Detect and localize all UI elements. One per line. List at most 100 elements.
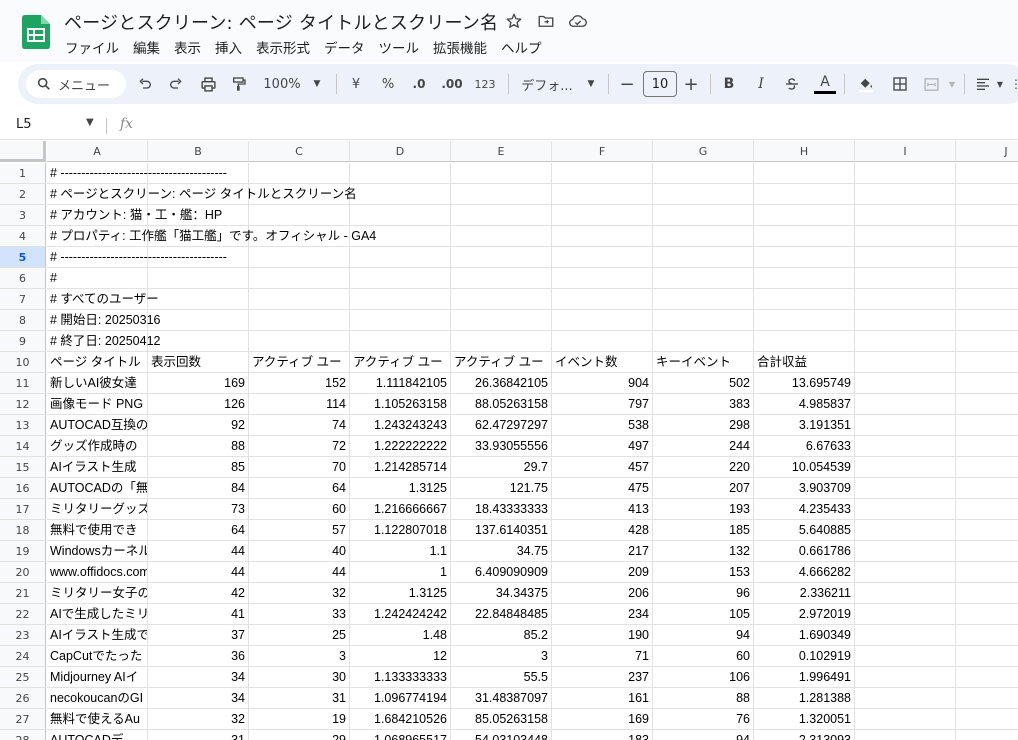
cell-h1[interactable]: [754, 163, 855, 184]
cell-f16[interactable]: 475: [552, 478, 653, 499]
cell-h13[interactable]: 3.191351: [754, 415, 855, 436]
cell-a4[interactable]: # プロパティ: 工作艦「猫工艦」です。オフィシャル - GA4: [47, 226, 376, 247]
cell-e22[interactable]: 22.84848485: [451, 604, 552, 625]
cell-j3[interactable]: [956, 205, 1018, 226]
cell-g23[interactable]: 94: [653, 625, 754, 646]
cell-e14[interactable]: 33.93055556: [451, 436, 552, 457]
cell-g19[interactable]: 132: [653, 541, 754, 562]
cell-e16[interactable]: 121.75: [451, 478, 552, 499]
cell-j25[interactable]: [956, 667, 1018, 688]
column-header-i[interactable]: I: [855, 141, 956, 162]
cell-g7[interactable]: [653, 289, 754, 310]
cell-b20[interactable]: 44: [148, 562, 249, 583]
row-header[interactable]: 11: [0, 373, 46, 394]
cell-b17[interactable]: 73: [148, 499, 249, 520]
cell-i10[interactable]: [855, 352, 956, 373]
cell-e2[interactable]: [451, 184, 552, 205]
cell-i6[interactable]: [855, 268, 956, 289]
cell-g13[interactable]: 298: [653, 415, 754, 436]
cell-d18[interactable]: 1.122807018: [350, 520, 451, 541]
column-header-c[interactable]: C: [249, 141, 350, 162]
cell-j19[interactable]: [956, 541, 1018, 562]
decrease-decimal-button[interactable]: .0: [406, 64, 432, 104]
cell-b21[interactable]: 42: [148, 583, 249, 604]
cell-h6[interactable]: [754, 268, 855, 289]
cell-g2[interactable]: [653, 184, 754, 205]
font-dropdown-icon[interactable]: ▼: [584, 64, 598, 104]
cell-e12[interactable]: 88.05263158: [451, 394, 552, 415]
row-header[interactable]: 4: [0, 226, 46, 247]
cell-i28[interactable]: [855, 730, 956, 740]
cell-c27[interactable]: 19: [249, 709, 350, 730]
cell-h14[interactable]: 6.67633: [754, 436, 855, 457]
cell-a25[interactable]: Midjourney AIイ: [47, 667, 148, 688]
cell-f23[interactable]: 190: [552, 625, 653, 646]
row-header[interactable]: 20: [0, 562, 46, 583]
cell-f8[interactable]: [552, 310, 653, 331]
cell-f14[interactable]: 497: [552, 436, 653, 457]
cell-j8[interactable]: [956, 310, 1018, 331]
cell-f11[interactable]: 904: [552, 373, 653, 394]
cell-i24[interactable]: [855, 646, 956, 667]
number-format-button[interactable]: 123: [473, 64, 497, 104]
cell-b22[interactable]: 41: [148, 604, 249, 625]
cell-j18[interactable]: [956, 520, 1018, 541]
cell-a22[interactable]: AIで生成したミリ: [47, 604, 148, 625]
cell-d13[interactable]: 1.243243243: [350, 415, 451, 436]
row-header[interactable]: 3: [0, 205, 46, 226]
cell-j17[interactable]: [956, 499, 1018, 520]
cell-g8[interactable]: [653, 310, 754, 331]
bold-button[interactable]: B: [718, 64, 740, 104]
cell-j10[interactable]: [956, 352, 1018, 373]
cell-f3[interactable]: [552, 205, 653, 226]
cell-c26[interactable]: 31: [249, 688, 350, 709]
cell-b7[interactable]: [148, 289, 249, 310]
cell-d3[interactable]: [350, 205, 451, 226]
undo-icon[interactable]: [134, 64, 156, 104]
cell-h20[interactable]: 4.666282: [754, 562, 855, 583]
cell-e10[interactable]: アクティブ ユー: [451, 352, 552, 373]
cell-f21[interactable]: 206: [552, 583, 653, 604]
cell-a19[interactable]: Windowsカーネル: [47, 541, 148, 562]
cell-e20[interactable]: 6.409090909: [451, 562, 552, 583]
row-header[interactable]: 6: [0, 268, 46, 289]
cell-g20[interactable]: 153: [653, 562, 754, 583]
cell-h11[interactable]: 13.695749: [754, 373, 855, 394]
cell-c12[interactable]: 114: [249, 394, 350, 415]
cell-j5[interactable]: [956, 247, 1018, 268]
font-size-increase-icon[interactable]: +: [682, 64, 700, 104]
cell-a20[interactable]: www.offidocs.com: [47, 562, 148, 583]
cell-d10[interactable]: アクティブ ユー: [350, 352, 451, 373]
cell-i13[interactable]: [855, 415, 956, 436]
cell-a26[interactable]: necokoucanのGI: [47, 688, 148, 709]
cell-g6[interactable]: [653, 268, 754, 289]
cell-g12[interactable]: 383: [653, 394, 754, 415]
cell-j9[interactable]: [956, 331, 1018, 352]
cell-a15[interactable]: AIイラスト生成: [47, 457, 148, 478]
cell-b26[interactable]: 34: [148, 688, 249, 709]
cell-b16[interactable]: 84: [148, 478, 249, 499]
cell-j12[interactable]: [956, 394, 1018, 415]
cell-c18[interactable]: 57: [249, 520, 350, 541]
cell-h28[interactable]: 2.313093: [754, 730, 855, 740]
cell-i4[interactable]: [855, 226, 956, 247]
menu-view[interactable]: 表示: [167, 36, 208, 58]
cell-d7[interactable]: [350, 289, 451, 310]
cell-d9[interactable]: [350, 331, 451, 352]
cell-a21[interactable]: ミリタリー女子の: [47, 583, 148, 604]
menu-tools[interactable]: ツール: [372, 36, 427, 58]
column-header-g[interactable]: G: [653, 141, 754, 162]
cell-g22[interactable]: 105: [653, 604, 754, 625]
cell-h15[interactable]: 10.054539: [754, 457, 855, 478]
cell-g25[interactable]: 106: [653, 667, 754, 688]
cell-d8[interactable]: [350, 310, 451, 331]
cell-j22[interactable]: [956, 604, 1018, 625]
cell-g10[interactable]: キーイベント: [653, 352, 754, 373]
cell-j15[interactable]: [956, 457, 1018, 478]
font-size-decrease-icon[interactable]: −: [618, 64, 636, 104]
search-menus[interactable]: メニュー: [26, 70, 126, 98]
cell-h4[interactable]: [754, 226, 855, 247]
cell-i21[interactable]: [855, 583, 956, 604]
row-header[interactable]: 2: [0, 184, 46, 205]
redo-icon[interactable]: [165, 64, 187, 104]
